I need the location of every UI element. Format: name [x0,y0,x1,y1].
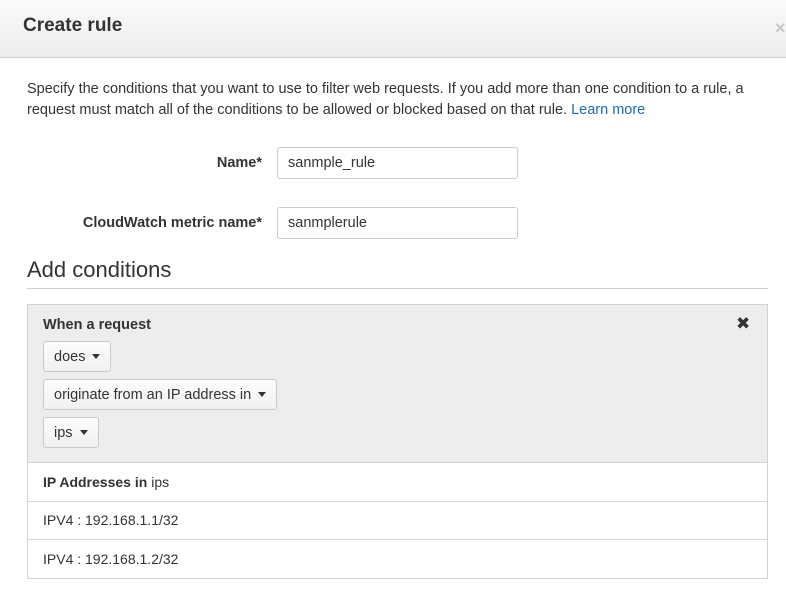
ip-address-table: IP Addresses in ips IPV4 : 192.168.1.1/3… [27,462,768,579]
ip-table-row: IPV4 : 192.168.1.2/32 [28,539,767,578]
condition-panel: When a request ✖ does originate from an … [27,304,768,463]
match-type-dropdown[interactable]: does [43,341,112,372]
ip-set-dropdown[interactable]: ips [43,417,99,448]
caret-down-icon [258,392,267,397]
match-type-value: does [54,348,86,365]
condition-type-value: originate from an IP address in [54,386,252,403]
dialog-title: Create rule [23,15,123,36]
caret-down-icon [92,354,101,359]
metric-name-label: CloudWatch metric name* [82,215,262,231]
add-conditions-title: Add conditions [27,257,172,282]
remove-condition-icon[interactable]: ✖ [736,314,750,334]
caret-down-icon [79,430,88,435]
metric-row: CloudWatch metric name* [0,207,786,239]
ip-table-header-label: IP Addresses in [43,473,148,490]
modal-header: Create rule × [0,0,786,58]
ip-address-value: IPV4 : 192.168.1.2/32 [43,550,179,567]
condition-type-dropdown[interactable]: originate from an IP address in [43,379,278,410]
ip-table-row: IPV4 : 192.168.1.1/32 [28,500,767,540]
ip-set-value: ips [54,424,73,441]
name-input[interactable] [277,147,518,179]
name-label: Name* [216,155,262,171]
intro-text: Specify the conditions that you want to … [27,79,757,121]
ip-table-header: IP Addresses in ips [28,462,767,501]
name-row: Name* [0,147,786,179]
section-divider [27,288,768,289]
metric-name-input[interactable] [277,207,518,239]
condition-heading: When a request [43,317,151,333]
learn-more-link[interactable]: Learn more [571,102,645,118]
ip-table-header-set: ips [151,473,170,490]
close-icon[interactable]: × [775,17,786,39]
ip-address-value: IPV4 : 192.168.1.1/32 [43,512,179,529]
